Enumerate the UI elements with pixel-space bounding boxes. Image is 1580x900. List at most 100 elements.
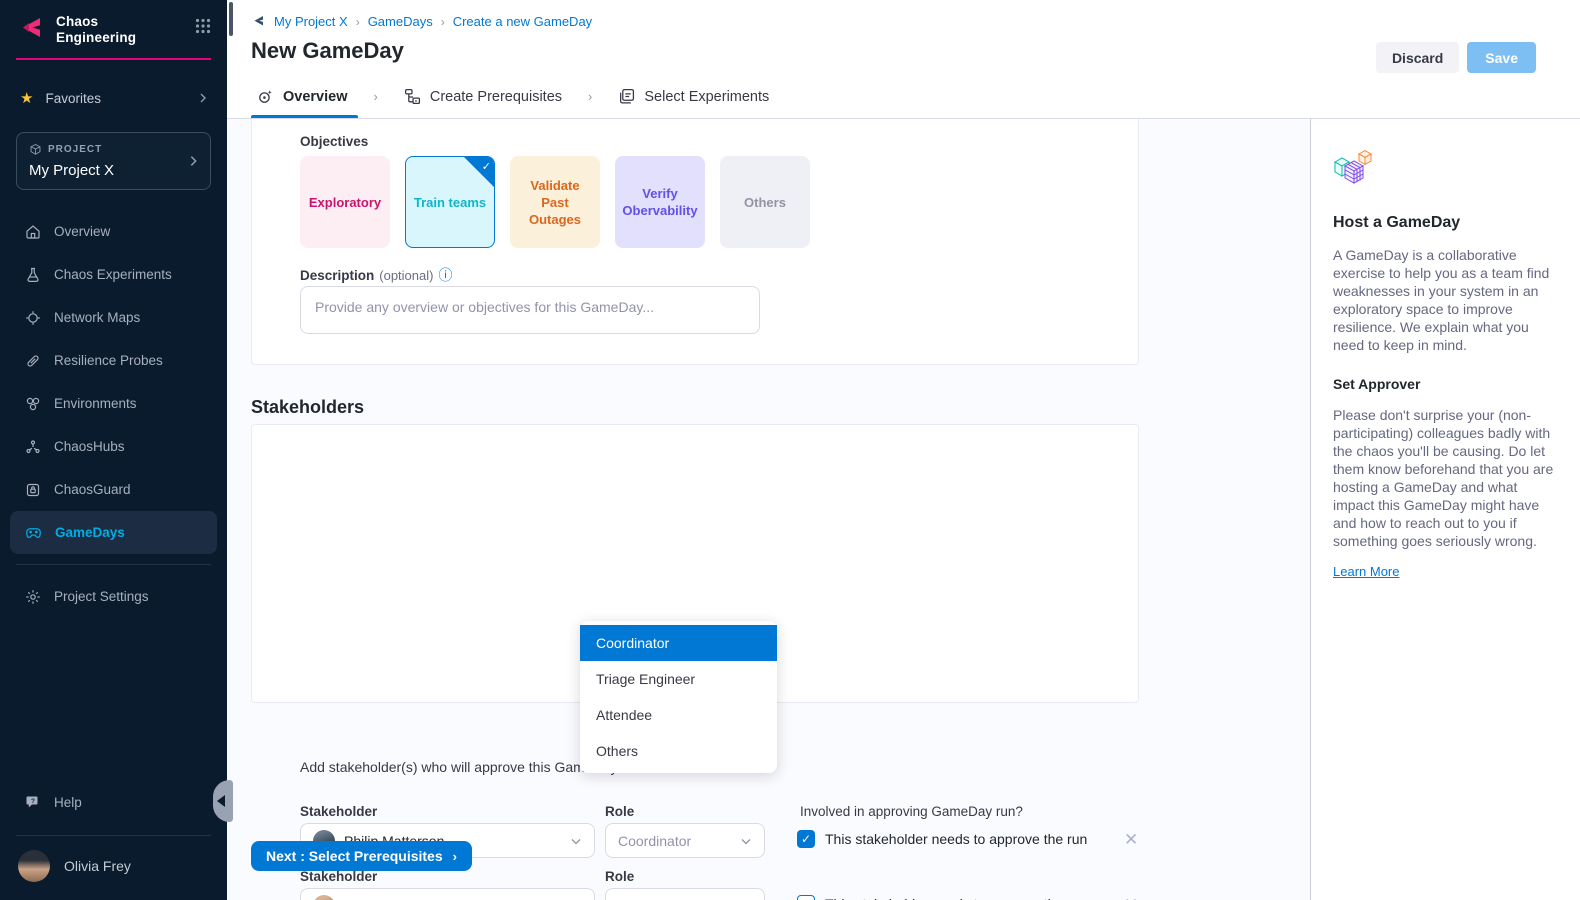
breadcrumb-project[interactable]: My Project X: [274, 14, 348, 29]
objective-verify-observability[interactable]: Verify Obervability: [615, 156, 705, 248]
probe-icon: [25, 353, 41, 369]
sidebar-item-resilience-probes[interactable]: Resilience Probes: [0, 339, 227, 382]
chaos-logo-icon: [16, 14, 46, 44]
info-icon[interactable]: ⓘ: [438, 265, 452, 285]
experiments-stack-icon: [618, 88, 635, 105]
user-name: Olivia Frey: [64, 858, 131, 874]
description-input[interactable]: [300, 286, 760, 334]
dropdown-option-triage-engineer[interactable]: Triage Engineer: [580, 661, 777, 697]
environments-icon: [25, 396, 41, 412]
sidebar-item-chaosguard[interactable]: ChaosGuard: [0, 468, 227, 511]
brand-underline: [16, 58, 211, 60]
help-panel-paragraph: Please don't surprise your (non-particip…: [1333, 406, 1556, 550]
project-logo-icon: [251, 14, 266, 29]
sidebar-item-help[interactable]: ? Help: [0, 782, 227, 822]
role-select-1[interactable]: Coordinator: [605, 823, 765, 858]
chevron-right-icon: [187, 155, 200, 168]
gamepad-icon: [25, 524, 42, 541]
check-icon: ✓: [482, 159, 491, 176]
chevron-sep-icon: ›: [356, 15, 360, 29]
objectives-card: Objectives Exploratory Train teams ✓ Val…: [251, 119, 1139, 365]
sidebar-item-project-settings[interactable]: Project Settings: [0, 575, 227, 618]
project-name: My Project X: [29, 162, 198, 179]
stakeholders-heading: Stakeholders: [251, 397, 364, 418]
app-grid-icon[interactable]: [195, 18, 211, 34]
save-button[interactable]: Save: [1467, 42, 1536, 73]
approve-checkbox-2[interactable]: ✓: [797, 895, 815, 900]
check-icon: ✓: [801, 832, 811, 846]
sidebar-item-gamedays[interactable]: GameDays: [10, 511, 217, 554]
sidebar: Chaos Engineering ★ Favorites PROJECT My…: [0, 0, 227, 900]
help-panel: Host a GameDay A GameDay is a collaborat…: [1310, 119, 1580, 900]
avatar: [313, 895, 335, 900]
chevron-down-icon: [740, 835, 752, 847]
breadcrumb-current[interactable]: Create a new GameDay: [453, 14, 592, 29]
approve-label: This stakeholder needs to approve the ru…: [825, 831, 1087, 847]
star-icon: ★: [20, 89, 33, 107]
sidebar-collapse-handle[interactable]: [213, 780, 233, 822]
help-panel-paragraph: A GameDay is a collaborative exercise to…: [1333, 246, 1556, 354]
prerequisites-tree-icon: [404, 88, 421, 105]
active-tab-underline: [251, 115, 358, 118]
dropdown-option-coordinator[interactable]: Coordinator: [580, 625, 777, 661]
optional-label: (optional): [379, 268, 433, 283]
hub-icon: [25, 439, 41, 455]
svg-text:?: ?: [31, 798, 35, 805]
remove-stakeholder-icon[interactable]: ✕: [1124, 830, 1138, 850]
app-window: Chaos Engineering ★ Favorites PROJECT My…: [0, 0, 1580, 900]
approve-label: This stakeholder needs to approve the ru…: [825, 896, 1087, 900]
role-select-2[interactable]: Coordinator: [605, 888, 765, 900]
tab-create-prerequisites[interactable]: Create Prerequisites: [404, 75, 562, 118]
tab-overview[interactable]: Overview: [257, 75, 348, 118]
role-column-label: Role: [605, 869, 634, 884]
project-label: PROJECT: [48, 144, 102, 155]
discard-button[interactable]: Discard: [1376, 42, 1459, 73]
wizard-tabs: Overview › Create Prerequisites › Select…: [227, 75, 1580, 119]
remove-stakeholder-icon[interactable]: ✕: [1124, 895, 1138, 900]
stakeholder-select-2[interactable]: Olivia Denver (You): [300, 888, 595, 900]
approve-checkbox-1[interactable]: ✓: [797, 830, 815, 848]
role-column-label: Role: [605, 804, 634, 819]
network-map-icon: [25, 310, 41, 326]
favorites-label: Favorites: [45, 91, 101, 106]
lock-icon: [25, 482, 41, 498]
sidebar-item-chaoshubs[interactable]: ChaosHubs: [0, 425, 227, 468]
sidebar-item-chaos-experiments[interactable]: Chaos Experiments: [0, 253, 227, 296]
learn-more-link[interactable]: Learn More: [1333, 564, 1399, 579]
help-chat-icon: ?: [25, 794, 41, 810]
home-icon: [25, 224, 41, 240]
scrollbar-thumb[interactable]: [229, 2, 233, 36]
involved-column-label: Involved in approving GameDay run?: [800, 804, 1023, 819]
sidebar-item-environments[interactable]: Environments: [0, 382, 227, 425]
user-menu[interactable]: Olivia Frey: [0, 844, 227, 888]
sidebar-nav: Overview Chaos Experiments Network Maps …: [0, 210, 227, 618]
chevron-sep-icon: ›: [441, 15, 445, 29]
avatar: [18, 850, 50, 882]
sidebar-item-overview[interactable]: Overview: [0, 210, 227, 253]
dropdown-option-attendee[interactable]: Attendee: [580, 697, 777, 733]
sidebar-item-favorites[interactable]: ★ Favorites: [0, 86, 227, 110]
objectives-label: Objectives: [300, 134, 368, 149]
chevron-right-icon: [197, 92, 209, 104]
project-selector[interactable]: PROJECT My Project X: [16, 132, 211, 190]
page-header: My Project X › GameDays › Create a new G…: [227, 0, 1580, 75]
help-panel-subheading: Set Approver: [1333, 376, 1556, 392]
sidebar-divider: [16, 564, 211, 565]
objective-train-teams[interactable]: Train teams ✓: [405, 156, 495, 248]
next-button[interactable]: Next : Select Prerequisites ›: [251, 841, 472, 871]
objective-validate-past-outages[interactable]: Validate Past Outages: [510, 156, 600, 248]
chevron-down-icon: [570, 835, 582, 847]
sidebar-divider: [16, 835, 211, 836]
breadcrumb-gamedays[interactable]: GameDays: [368, 14, 433, 29]
cubes-illustration-icon: [1333, 149, 1375, 187]
flask-icon: [25, 267, 41, 283]
gear-icon: [25, 589, 41, 605]
dropdown-option-others[interactable]: Others: [580, 733, 777, 769]
brand-name: Chaos Engineering: [56, 14, 136, 46]
role-dropdown-menu: Coordinator Triage Engineer Attendee Oth…: [580, 621, 777, 773]
objective-others[interactable]: Others: [720, 156, 810, 248]
description-label: Description: [300, 268, 374, 283]
tab-select-experiments[interactable]: Select Experiments: [618, 75, 769, 118]
sidebar-item-network-maps[interactable]: Network Maps: [0, 296, 227, 339]
objective-exploratory[interactable]: Exploratory: [300, 156, 390, 248]
